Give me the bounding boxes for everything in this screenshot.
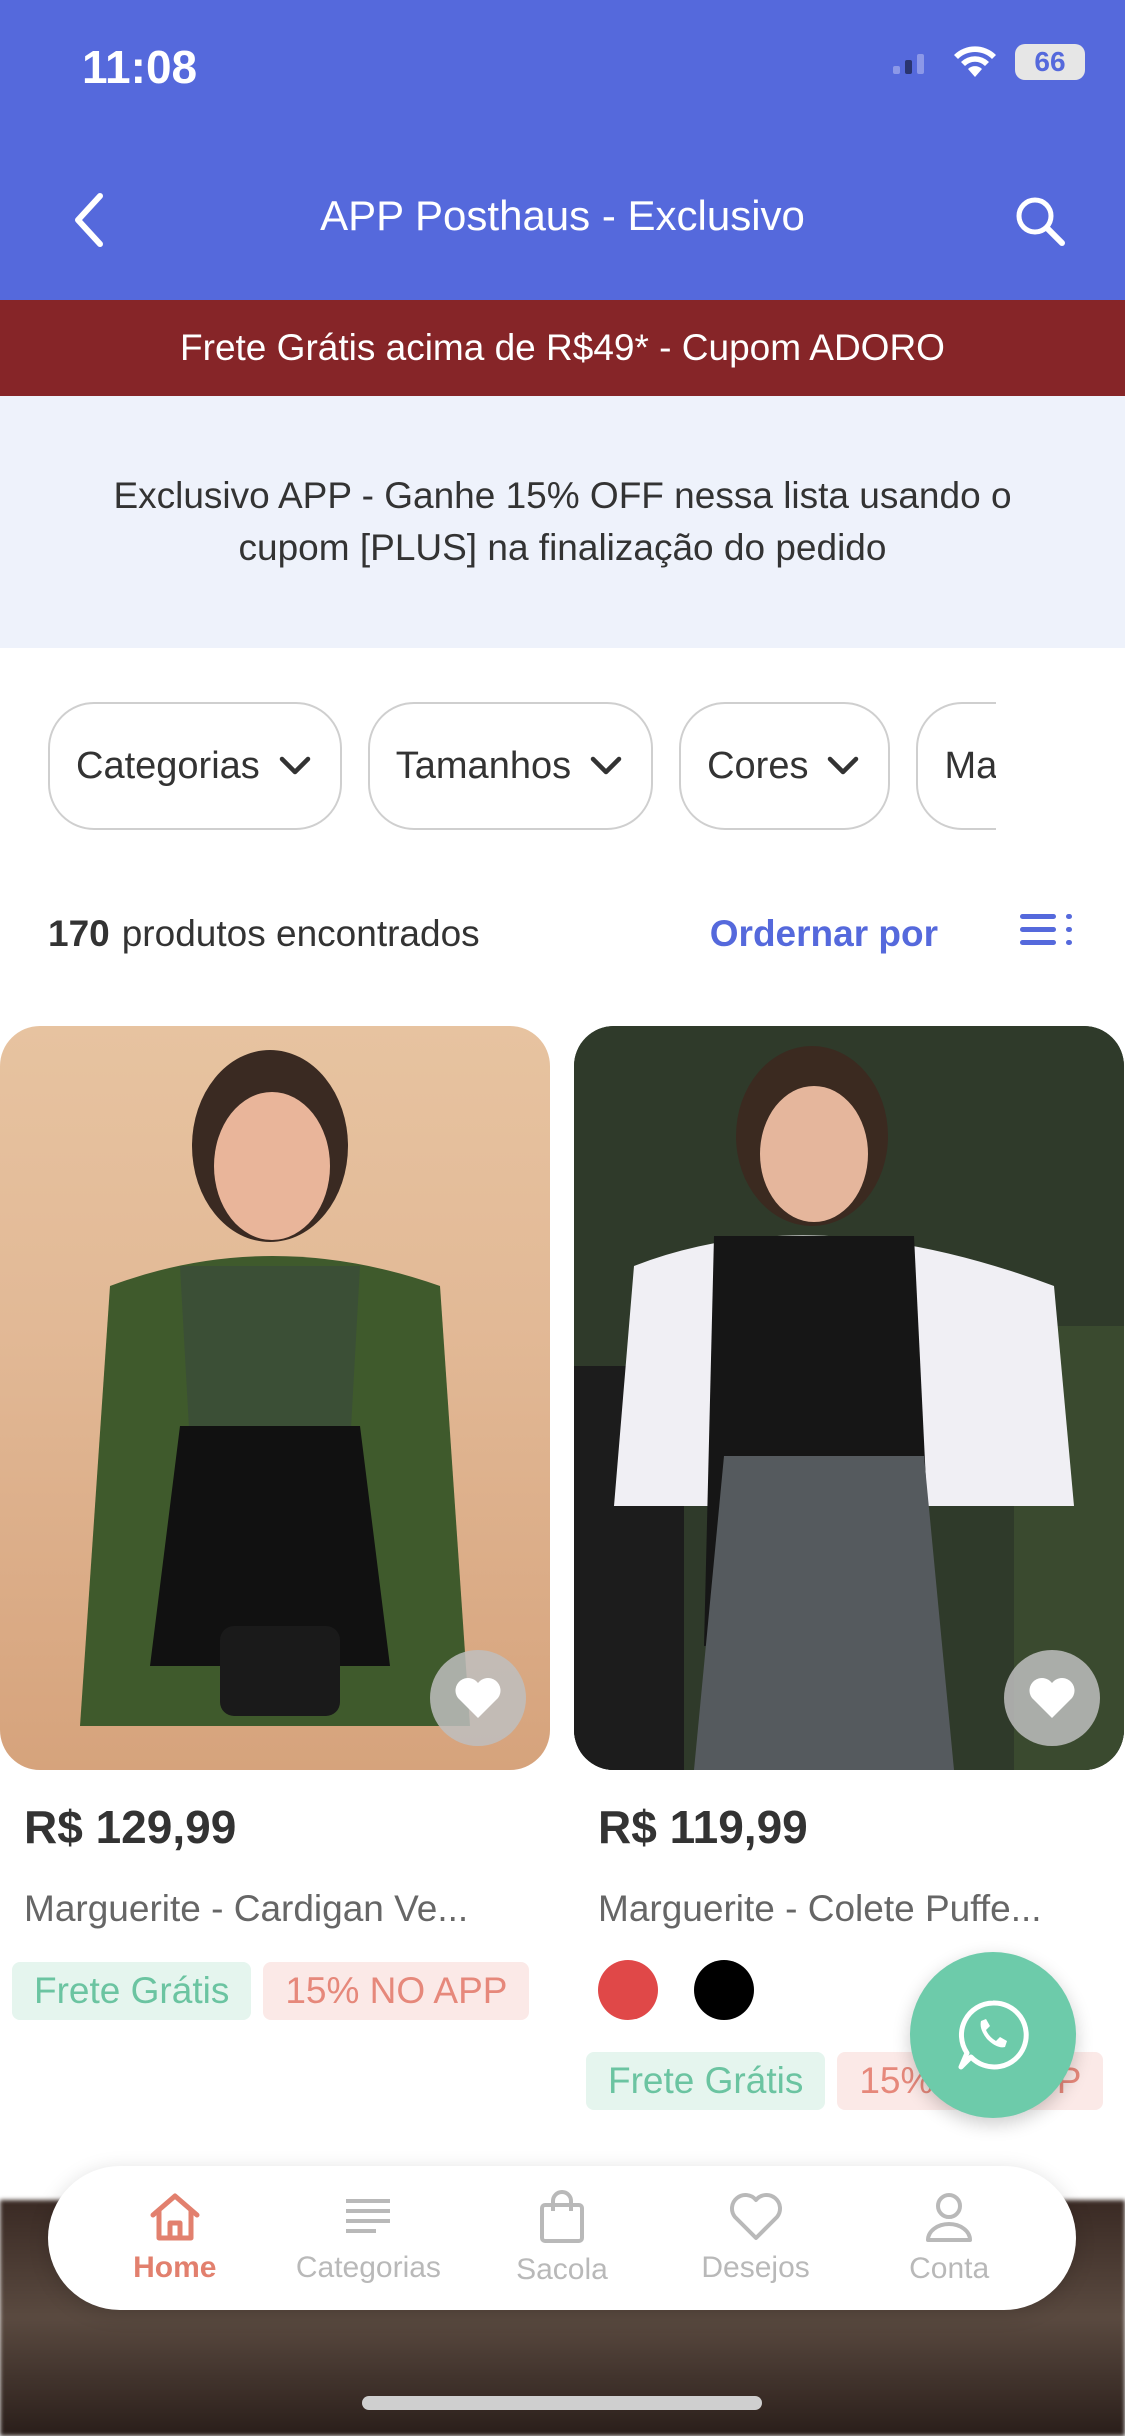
nav-label: Home bbox=[133, 2251, 217, 2284]
chevron-down-icon bbox=[828, 756, 859, 775]
app-header: APP Posthaus - Exclusivo bbox=[0, 140, 1125, 300]
wifi-icon bbox=[954, 46, 996, 77]
results-row: 170 produtos encontrados Ordernar por bbox=[48, 904, 1078, 964]
app-discount-badge: 15% NO APP bbox=[263, 1962, 530, 2020]
heart-icon bbox=[1029, 1678, 1075, 1718]
battery-icon: 66 bbox=[1015, 44, 1085, 80]
free-shipping-badge: Frete Grátis bbox=[12, 1962, 252, 2020]
filter-marcas[interactable]: Marc bbox=[916, 702, 997, 830]
nav-conta[interactable]: Conta bbox=[854, 2190, 1044, 2286]
nav-label: Sacola bbox=[516, 2253, 608, 2286]
nav-label: Categorias bbox=[295, 2251, 441, 2284]
color-swatch-red[interactable] bbox=[598, 1960, 658, 2020]
chevron-down-icon bbox=[279, 756, 311, 775]
nav-home[interactable]: Home bbox=[80, 2191, 270, 2285]
signal-icon bbox=[893, 54, 924, 74]
nav-sacola[interactable]: Sacola bbox=[467, 2189, 657, 2287]
favorite-button[interactable] bbox=[1004, 1650, 1100, 1746]
product-name[interactable]: Marguerite - Colete Puffe... bbox=[598, 1888, 1118, 1930]
color-swatch-black[interactable] bbox=[694, 1960, 754, 2020]
product-name[interactable]: Marguerite - Cardigan Ve... bbox=[24, 1888, 544, 1930]
whatsapp-icon bbox=[958, 2000, 1029, 2070]
product-tags: Frete Grátis 15% NO APP bbox=[12, 1962, 552, 2020]
status-time: 11:08 bbox=[82, 41, 198, 93]
search-button[interactable] bbox=[995, 176, 1085, 266]
status-icons: 66 bbox=[891, 44, 1085, 80]
filter-label: Tamanhos bbox=[395, 744, 572, 787]
filter-label: Marc bbox=[944, 744, 997, 787]
results-count: 170 bbox=[48, 913, 110, 954]
product-image[interactable] bbox=[574, 1026, 1124, 1770]
bottom-nav: Home Categorias Sacola Desejos Conta bbox=[48, 2166, 1076, 2310]
favorite-button[interactable] bbox=[430, 1650, 526, 1746]
nav-desejos[interactable]: Desejos bbox=[661, 2191, 851, 2285]
product-card[interactable]: R$ 129,99 Marguerite - Cardigan Ve... Fr… bbox=[0, 1026, 552, 2020]
filter-label: Categorias bbox=[76, 744, 260, 787]
filter-tamanhos[interactable]: Tamanhos bbox=[367, 702, 654, 830]
nav-label: Desejos bbox=[701, 2251, 810, 2284]
filter-label: Cores bbox=[707, 744, 809, 787]
nav-categorias[interactable]: Categorias bbox=[273, 2191, 463, 2285]
user-icon bbox=[926, 2193, 973, 2242]
promo-text: Frete Grátis acima de R$49* - Cupom ADOR… bbox=[180, 327, 945, 368]
chevron-down-icon bbox=[590, 756, 622, 775]
home-icon bbox=[150, 2193, 200, 2241]
whatsapp-button[interactable] bbox=[910, 1952, 1076, 2118]
product-price: R$ 129,99 bbox=[24, 1801, 237, 1853]
bag-icon bbox=[539, 2190, 584, 2243]
sort-list-icon[interactable] bbox=[1018, 910, 1078, 950]
sort-button[interactable]: Ordernar por bbox=[710, 913, 938, 955]
coupon-info-text: Exclusivo APP - Ganhe 15% OFF nessa list… bbox=[113, 475, 1012, 568]
coupon-info-box: Exclusivo APP - Ganhe 15% OFF nessa list… bbox=[0, 396, 1125, 648]
page-title: APP Posthaus - Exclusivo bbox=[320, 192, 805, 239]
results-label: produtos encontrados bbox=[121, 913, 480, 954]
product-card[interactable]: R$ 119,99 Marguerite - Colete Puffe... F… bbox=[574, 1026, 1125, 2110]
product-price: R$ 119,99 bbox=[598, 1801, 808, 1853]
home-indicator bbox=[362, 2396, 762, 2410]
list-icon bbox=[346, 2199, 391, 2233]
free-shipping-badge: Frete Grátis bbox=[586, 2052, 826, 2110]
nav-label: Conta bbox=[909, 2252, 990, 2285]
filter-cores[interactable]: Cores bbox=[679, 702, 891, 830]
heart-icon bbox=[729, 2193, 782, 2240]
filter-chips: Categorias Tamanhos Cores Marc bbox=[48, 702, 997, 830]
promo-strip: Frete Grátis acima de R$49* - Cupom ADOR… bbox=[0, 300, 1125, 396]
search-icon bbox=[1016, 197, 1065, 246]
status-bar: 11:08 66 bbox=[0, 0, 1125, 140]
heart-icon bbox=[455, 1678, 501, 1718]
product-image[interactable] bbox=[0, 1026, 550, 1770]
filter-categorias[interactable]: Categorias bbox=[48, 702, 342, 830]
